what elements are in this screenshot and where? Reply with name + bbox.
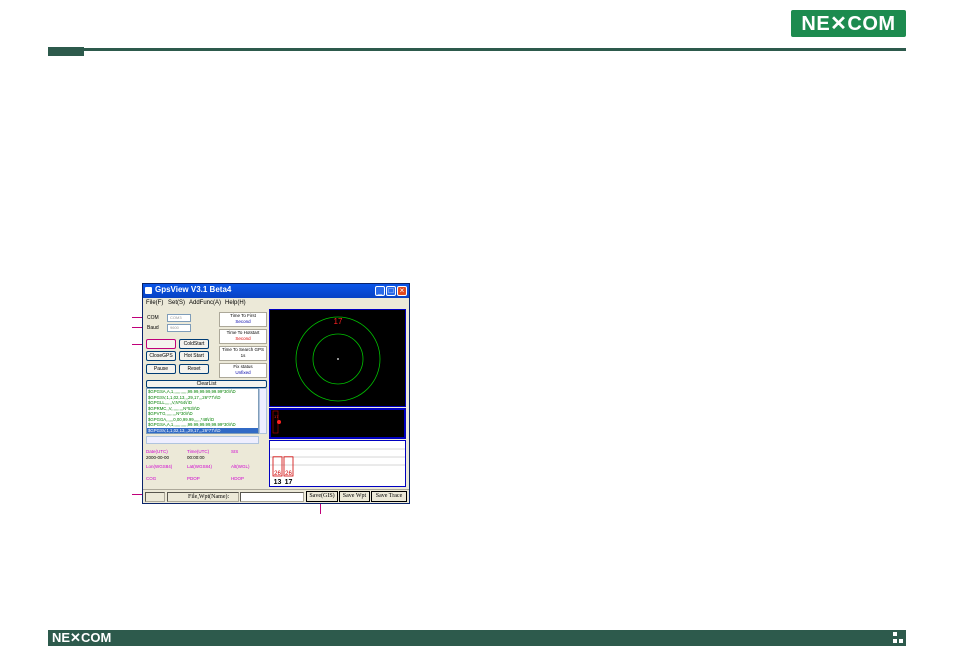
signal-bars: 26132617 bbox=[270, 448, 405, 486]
baud-select[interactable]: 9600 bbox=[167, 324, 191, 332]
minimize-icon[interactable]: _ bbox=[375, 286, 385, 296]
time-label: Time(UTC) bbox=[187, 449, 210, 454]
date-value: 2000-00-00 bbox=[146, 455, 170, 460]
close-icon[interactable]: × bbox=[397, 286, 407, 296]
header-rule bbox=[48, 48, 906, 51]
com-label: COM bbox=[147, 315, 159, 321]
status-pane-1 bbox=[145, 492, 165, 502]
file-wpt-input[interactable] bbox=[240, 492, 304, 502]
page-mark-icon bbox=[893, 630, 906, 646]
signal-strip-plot: 17 bbox=[272, 410, 281, 434]
app-icon bbox=[145, 287, 152, 294]
ttff-value: Second bbox=[235, 319, 251, 324]
pause-button[interactable]: Pause bbox=[146, 364, 176, 374]
alt-label: Alt(WGL) bbox=[231, 464, 250, 469]
hdop-label: HDOP bbox=[231, 476, 245, 481]
cog-label: COG bbox=[146, 476, 157, 481]
nmea-line-selected: $GPGSV,1,1,02,13,,,29,17,,,26*77\r\D bbox=[147, 427, 258, 433]
open-gps-button[interactable] bbox=[146, 339, 176, 349]
ttff-box: Time To First Second bbox=[219, 312, 267, 327]
signal-strip: 17 bbox=[269, 408, 406, 439]
nmea-vertical-scrollbar[interactable] bbox=[259, 388, 267, 434]
sky-plot: 17 bbox=[295, 316, 381, 402]
signal-bar-prn: 13 bbox=[274, 479, 282, 486]
tthot-value: Second bbox=[235, 336, 251, 341]
signal-bar-value: 26 bbox=[274, 471, 281, 477]
header-tab bbox=[48, 47, 84, 56]
sis-label: SIS bbox=[231, 449, 239, 454]
title-bar: GpsView V3.1 Beta4 _ □ × bbox=[143, 284, 409, 298]
menu-addfunc[interactable]: AddFunc(A) bbox=[189, 298, 221, 308]
save-gis-button[interactable]: Save(GIS) bbox=[306, 491, 338, 502]
save-wpt-button[interactable]: Save Wpt bbox=[339, 491, 370, 502]
status-bar: File,Wpt(Name): Save(GIS) Save Wpt Save … bbox=[143, 489, 409, 503]
date-label: Date(UTC) bbox=[146, 449, 168, 454]
sig-sat-label: 17 bbox=[274, 414, 279, 419]
sky-sat-label: 17 bbox=[334, 317, 343, 326]
lon-label: Lon(WGS84) bbox=[146, 464, 173, 469]
window-title: GpsView V3.1 Beta4 bbox=[155, 285, 232, 294]
fix-value: Unfixed bbox=[235, 370, 251, 375]
gpsview-window: GpsView V3.1 Beta4 _ □ × File(F) Set(S) … bbox=[142, 283, 410, 504]
menu-help[interactable]: Help(H) bbox=[225, 298, 246, 308]
clearlist-button[interactable]: ClearList bbox=[146, 380, 267, 388]
callout-savegis bbox=[320, 503, 321, 514]
file-wpt-text: File,Wpt(Name): bbox=[188, 494, 230, 500]
hotstart-button[interactable]: Hot Start bbox=[179, 351, 209, 361]
ttsearch-box: Time To Search GPS 1s bbox=[219, 346, 267, 361]
time-value: 00:00:00 bbox=[187, 455, 205, 460]
com-select[interactable]: COM3 bbox=[167, 314, 191, 322]
nmea-list[interactable]: $GPGSA,A,1,,,,,,,,,,,,99.99,99.99,99.99*… bbox=[146, 388, 259, 434]
signal-bar-prn: 17 bbox=[285, 479, 293, 486]
closegps-button[interactable]: CloseGPS bbox=[146, 351, 176, 361]
footer-logo: NE✕COM bbox=[52, 630, 112, 645]
file-wpt-label: File,Wpt(Name): bbox=[167, 492, 239, 502]
signal-bar-value: 26 bbox=[285, 471, 292, 477]
footer-bar bbox=[48, 630, 906, 646]
maximize-icon[interactable]: □ bbox=[386, 286, 396, 296]
fix-box: Fix status Unfixed bbox=[219, 363, 267, 378]
nmea-horizontal-scrollbar[interactable] bbox=[146, 436, 259, 444]
pdop-label: PDOP bbox=[187, 476, 200, 481]
lat-label: Lat(WGS84) bbox=[187, 464, 213, 469]
reset-button[interactable]: Reset bbox=[179, 364, 209, 374]
logo-text: NE✕COM bbox=[801, 13, 896, 35]
save-trace-button[interactable]: Save Trace bbox=[371, 491, 407, 502]
menu-file[interactable]: File(F) bbox=[146, 298, 163, 308]
tthot-box: Time To Hotstart Second bbox=[219, 329, 267, 344]
ttsearch-value: 1s bbox=[240, 353, 246, 358]
baud-label: Baud bbox=[147, 325, 159, 331]
sky-view: 17 bbox=[269, 309, 406, 407]
menu-set[interactable]: Set(S) bbox=[168, 298, 185, 308]
signal-bars-panel: 26 13 26 17 bbox=[269, 440, 406, 487]
nexcom-logo: NE✕COM bbox=[791, 10, 906, 37]
coldstart-button[interactable]: ColdStart bbox=[179, 339, 209, 349]
menu-bar: File(F) Set(S) AddFunc(A) Help(H) bbox=[143, 298, 409, 308]
